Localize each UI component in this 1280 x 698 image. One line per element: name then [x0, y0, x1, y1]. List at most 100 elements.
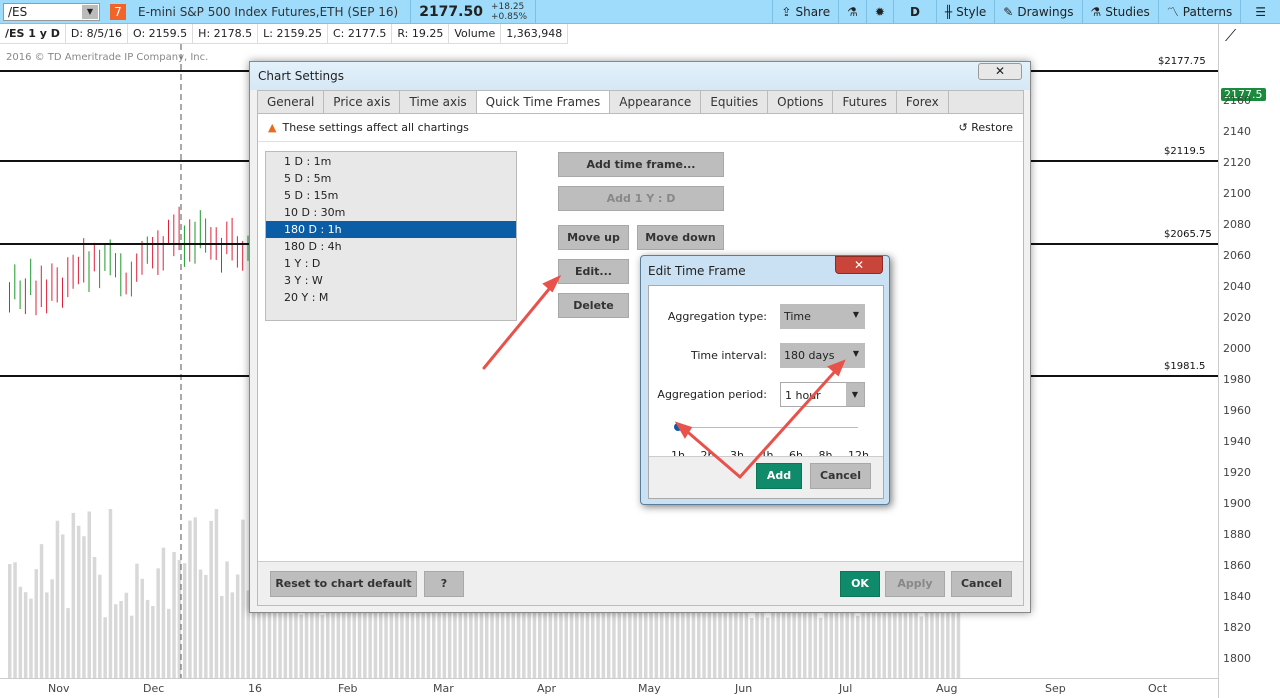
tab-futures[interactable]: Futures [833, 91, 897, 113]
tab-equities[interactable]: Equities [701, 91, 769, 113]
volume-bar [320, 614, 325, 678]
volume-bar [50, 579, 54, 678]
tab-price-axis[interactable]: Price axis [324, 91, 401, 113]
price-tick-label: 2120 [1223, 156, 1251, 169]
volume-bar [71, 512, 76, 678]
info-date: D: 8/5/16 [66, 24, 128, 43]
symbol-input[interactable]: /ES ▼ [3, 2, 100, 21]
add-time-frame-button[interactable]: Add time frame... [558, 152, 724, 177]
edit-button[interactable]: Edit... [558, 259, 629, 284]
time-interval-select[interactable]: 180 days ▼ [780, 343, 865, 368]
move-up-button[interactable]: Move up [558, 225, 629, 250]
symbol-text: /ES [8, 4, 28, 19]
time-frame-item[interactable]: 10 D : 30m [266, 204, 516, 221]
restore-icon: ↺ [958, 121, 968, 134]
time-tick-label: Nov [48, 682, 70, 695]
ok-button[interactable]: OK [840, 571, 880, 597]
patterns-label: Patterns [1182, 4, 1233, 19]
volume-bar [114, 604, 118, 678]
tab-appearance[interactable]: Appearance [610, 91, 702, 113]
menu-button[interactable]: ☰ [1240, 0, 1280, 24]
volume-bar [98, 574, 102, 678]
edit-time-frame-dialog: Edit Time Frame ✕ Aggregation type: Time… [640, 255, 890, 505]
price-tick-label: 1920 [1223, 466, 1251, 479]
volume-bar [182, 563, 187, 678]
flask-icon: ⚗ [1090, 4, 1102, 19]
volume-bar [34, 569, 38, 678]
style-button[interactable]: ╫ Style [935, 0, 994, 24]
flask-button[interactable]: ⚗ [838, 0, 866, 24]
delete-button[interactable]: Delete [558, 293, 629, 318]
price-tick-label: 1860 [1223, 559, 1251, 572]
link-group-badge[interactable]: 7 [110, 3, 126, 20]
tab-general[interactable]: General [258, 91, 325, 113]
volume-bar [82, 536, 86, 678]
slider-handle[interactable] [674, 423, 682, 431]
volume-bar [129, 615, 134, 678]
price-change: +18.25 +0.85% [491, 2, 535, 22]
pencil-icon: ✎ [1003, 4, 1014, 19]
add-button[interactable]: Add [756, 463, 802, 489]
volume-bar [156, 568, 160, 678]
aggregation-period-value: 1 hour [785, 389, 821, 402]
cancel-button[interactable]: Cancel [810, 463, 871, 489]
aggregation-type-label: Aggregation type: [667, 310, 767, 323]
warning-text: These settings affect all chartings [282, 121, 469, 134]
time-frame-list[interactable]: 1 D : 1m 5 D : 5m 5 D : 15m 10 D : 30m 180 D… [265, 151, 517, 321]
time-frame-item[interactable]: 1 Y : D [266, 255, 516, 272]
tab-forex[interactable]: Forex [897, 91, 949, 113]
time-frame-item[interactable]: 180 D : 1h [266, 221, 516, 238]
time-frame-item[interactable]: 20 Y : M [266, 289, 516, 306]
time-frame-item[interactable]: 3 Y : W [266, 272, 516, 289]
time-axis[interactable]: Nov Dec 16 Feb Mar Apr May Jun Jul Aug Sep Oct [0, 678, 1218, 698]
warning-icon: ▲ [268, 121, 277, 134]
volume-bar [214, 509, 219, 678]
volume-bar [744, 607, 749, 678]
help-button[interactable]: ? [424, 571, 464, 597]
time-frame-item[interactable]: 5 D : 5m [266, 170, 516, 187]
scale-icon[interactable]: ⟋ [1225, 26, 1236, 46]
tab-options[interactable]: Options [768, 91, 834, 113]
volume-bar [151, 606, 155, 678]
tab-time-axis[interactable]: Time axis [400, 91, 477, 113]
volume-bar [172, 551, 176, 678]
volume-bar [765, 617, 770, 678]
price-level-label: $2119.5 [1164, 146, 1206, 157]
volume-bar [856, 615, 860, 678]
studies-button[interactable]: ⚗ Studies [1081, 0, 1158, 24]
close-button[interactable]: ✕ [978, 63, 1022, 80]
settings-button[interactable]: ✹ [865, 0, 893, 24]
volume-bar [569, 608, 574, 678]
restore-button[interactable]: ↺ Restore [959, 121, 1013, 134]
chevron-down-icon[interactable]: ▼ [82, 4, 98, 19]
price-tick-label: 1880 [1223, 528, 1251, 541]
aggregation-slider[interactable] [678, 427, 858, 428]
volume-bar [188, 520, 192, 678]
aggregation-period-select[interactable]: 1 hour ▼ [780, 382, 865, 407]
time-frame-item[interactable]: 180 D : 4h [266, 238, 516, 255]
price-axis[interactable]: ⟋ 2177.5 2160 2140 2120 2100 2080 2060 2040 202… [1218, 24, 1280, 698]
drawings-button[interactable]: ✎ Drawings [994, 0, 1081, 24]
tab-quick-time-frames[interactable]: Quick Time Frames [476, 91, 611, 113]
volume-bar [400, 608, 404, 678]
volume-bar [230, 592, 235, 678]
cancel-button[interactable]: Cancel [951, 571, 1012, 597]
reset-button[interactable]: Reset to chart default [270, 571, 417, 597]
period-button[interactable]: D [892, 0, 936, 24]
time-frame-item[interactable]: 1 D : 1m [266, 153, 516, 170]
close-button[interactable]: ✕ [835, 256, 883, 274]
volume-bar [485, 603, 489, 678]
move-down-button[interactable]: Move down [637, 225, 724, 250]
volume-bar [750, 617, 754, 678]
aggregation-type-select[interactable]: Time ▼ [780, 304, 865, 329]
time-frame-item[interactable]: 5 D : 15m [266, 187, 516, 204]
last-price: 2177.50 [419, 3, 483, 20]
time-tick-label: Oct [1148, 682, 1168, 695]
price-tick-label: 2040 [1223, 280, 1251, 293]
volume-bar [76, 525, 81, 678]
chevron-down-icon: ▼ [846, 383, 864, 406]
patterns-button[interactable]: 〽 Patterns [1157, 0, 1240, 24]
apply-button[interactable]: Apply [885, 571, 945, 597]
add-current-button[interactable]: Add 1 Y : D [558, 186, 724, 211]
share-button[interactable]: ⇪ Share [772, 0, 838, 24]
